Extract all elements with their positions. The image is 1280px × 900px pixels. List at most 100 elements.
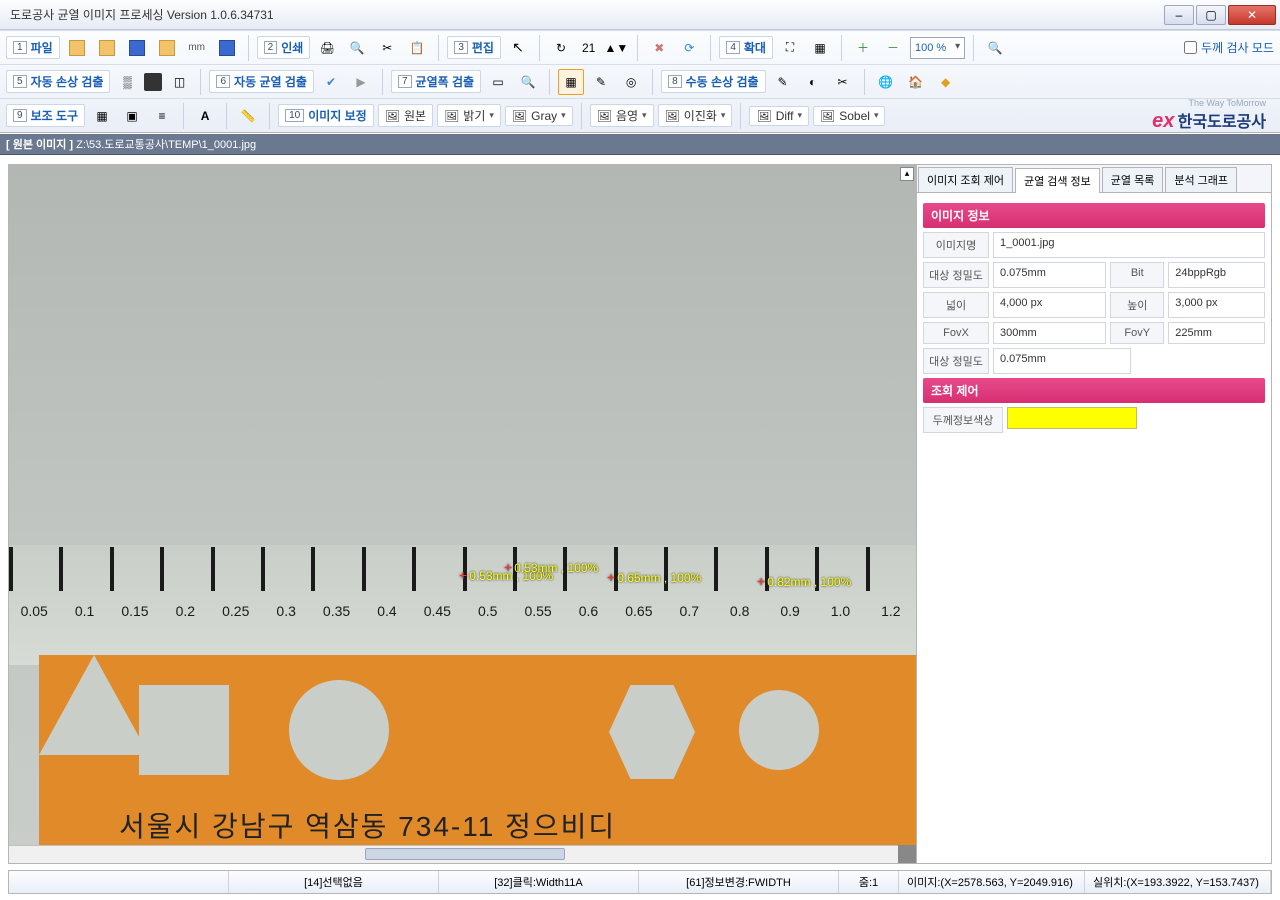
rotate-icon[interactable]: ↻	[548, 35, 574, 61]
orange-card: 서울시 강남구 역삼동 734-11 정으비디	[39, 655, 916, 845]
side-tabs: 이미지 조회 제어균열 검색 정보균열 목록분석 그래프	[917, 165, 1271, 193]
rotate-spin-icon[interactable]: ▲▼	[603, 35, 629, 61]
zoom-menu[interactable]: 4확대	[719, 36, 773, 59]
side-tab[interactable]: 균열 목록	[1102, 167, 1164, 192]
diff-button[interactable]: 🖼 Diff	[749, 106, 809, 126]
side-tab[interactable]: 분석 그래프	[1165, 167, 1237, 192]
text-icon[interactable]: A	[192, 103, 218, 129]
maximize-button[interactable]: ▢	[1196, 5, 1226, 25]
ruler-label: 0.05	[9, 603, 59, 619]
main-split: ▴ 0.050.10.150.20.250.30.350.40.450.50.5…	[8, 164, 1272, 864]
magnify-icon[interactable]: 🔍	[982, 35, 1008, 61]
print-icon[interactable]: 🖨	[314, 35, 340, 61]
zoom-combo[interactable]: 100 %	[910, 37, 965, 59]
help-icon[interactable]: ◆	[933, 69, 959, 95]
ruler-label: 1.2	[866, 603, 916, 619]
auto-damage-menu[interactable]: 5자동 손상 검출	[6, 70, 110, 93]
side-tab[interactable]: 이미지 조회 제어	[918, 167, 1013, 192]
auto-crack-menu[interactable]: 6자동 균열 검출	[209, 70, 313, 93]
grid-icon[interactable]: ▦	[807, 35, 833, 61]
home-icon[interactable]: 🏠	[903, 69, 929, 95]
ruler-icon[interactable]: 📏	[235, 103, 261, 129]
play-icon[interactable]: ▶	[348, 69, 374, 95]
manual-icon-2[interactable]: ◐	[800, 69, 826, 95]
status-info: [61]정보변경:FWIDTH	[639, 871, 839, 893]
precision2-value: 0.075mm	[993, 348, 1131, 374]
tool-icon-3[interactable]: ▦	[558, 69, 584, 95]
export-icon[interactable]	[154, 35, 180, 61]
damage-icon-2[interactable]	[144, 73, 162, 91]
tool-icon-2[interactable]: 🔍	[515, 69, 541, 95]
zoom-out-icon[interactable]: －	[880, 35, 906, 61]
tool-icon-1[interactable]: ▭	[485, 69, 511, 95]
minimize-button[interactable]: –	[1164, 5, 1194, 25]
list-icon[interactable]: 📋	[404, 35, 430, 61]
status-real-coords: 실위치:(X=193.3922, Y=153.7437)	[1085, 871, 1271, 893]
gray-button[interactable]: 🖼 Gray	[505, 106, 573, 126]
preview-icon[interactable]: 🔍	[344, 35, 370, 61]
brightness-button[interactable]: 🖼 밝기	[437, 104, 501, 127]
thickness-mode-checkbox[interactable]: 두께 검사 모드	[1184, 39, 1274, 56]
collapse-panel-icon[interactable]: ▴	[900, 167, 914, 181]
delete-icon[interactable]: ✖	[646, 35, 672, 61]
binarize-button[interactable]: 🖼 이진화	[658, 104, 733, 127]
ruler-label: 0.35	[311, 603, 361, 619]
settings-icon[interactable]: ✂	[374, 35, 400, 61]
globe-icon[interactable]: 🌐	[873, 69, 899, 95]
original-button[interactable]: 🖼 원본	[378, 104, 433, 127]
mm-icon[interactable]: mm	[184, 35, 210, 61]
fit-icon[interactable]: ⛶	[777, 35, 803, 61]
side-panel: 이미지 조회 제어균열 검색 정보균열 목록분석 그래프 이미지 정보 이미지명…	[917, 164, 1272, 864]
open-icon[interactable]	[94, 35, 120, 61]
height-value: 3,000 px	[1168, 292, 1265, 318]
aux-icon-3[interactable]: ≡	[149, 103, 175, 129]
image-correction-menu[interactable]: 10이미지 보정	[278, 104, 374, 127]
check-icon[interactable]: ✔	[318, 69, 344, 95]
manual-damage-menu[interactable]: 8수동 손상 검출	[661, 70, 765, 93]
scrollbar-thumb[interactable]	[365, 848, 565, 860]
ruler-label: 1.0	[815, 603, 865, 619]
damage-icon-1[interactable]: ▒	[114, 69, 140, 95]
fovx-value: 300mm	[993, 322, 1106, 344]
damage-icon-3[interactable]: ◫	[166, 69, 192, 95]
precision-value: 0.075mm	[993, 262, 1106, 288]
sobel-button[interactable]: 🖼 Sobel	[813, 106, 885, 126]
horizontal-scrollbar[interactable]	[9, 845, 898, 863]
measurement-annotation[interactable]: +0.82mm , 100%	[757, 573, 851, 589]
manual-icon-3[interactable]: ✂	[830, 69, 856, 95]
logo-slogan: The Way ToMorrow	[1152, 98, 1266, 108]
save-icon[interactable]	[124, 35, 150, 61]
window-title: 도로공사 균열 이미지 프로세싱 Version 1.0.6.34731	[4, 6, 1164, 23]
crosshair-icon: +	[757, 573, 765, 589]
measurement-annotation[interactable]: +0.53mm , 100%	[504, 559, 598, 575]
shading-button[interactable]: 🖼 음영	[590, 104, 654, 127]
print-menu[interactable]: 2인쇄	[257, 36, 311, 59]
tool-icon-4[interactable]: ✎	[588, 69, 614, 95]
ruler-label: 0.65	[614, 603, 664, 619]
aux-icon-2[interactable]: ▣	[119, 103, 145, 129]
new-icon[interactable]	[64, 35, 90, 61]
image-name-value: 1_0001.jpg	[993, 232, 1265, 258]
status-bar: [14]선택없음 [32]클릭:Width11A [61]정보변경:FWIDTH…	[8, 870, 1272, 894]
thickness-color-swatch[interactable]	[1007, 407, 1137, 429]
file-menu[interactable]: 1파일	[6, 36, 60, 59]
panel-body: 이미지 정보 이미지명1_0001.jpg 대상 정밀도0.075mm Bit2…	[917, 193, 1271, 443]
measurement-annotation[interactable]: +0.65mm , 100%	[607, 569, 701, 585]
image-viewer[interactable]: ▴ 0.050.10.150.20.250.30.350.40.450.50.5…	[8, 164, 917, 864]
manual-icon-1[interactable]: ✎	[770, 69, 796, 95]
crack-width-menu[interactable]: 7균열폭 검출	[391, 70, 481, 93]
disk-icon[interactable]	[214, 35, 240, 61]
card-text: 서울시 강남구 역삼동 734-11 정으비디	[119, 805, 616, 845]
zoom-in-icon[interactable]: ＋	[850, 35, 876, 61]
side-tab[interactable]: 균열 검색 정보	[1015, 168, 1100, 193]
tool-icon-5[interactable]: ◎	[618, 69, 644, 95]
aux-tools-menu[interactable]: 9보조 도구	[6, 104, 85, 127]
aux-icon-1[interactable]: ▦	[89, 103, 115, 129]
ruler-label: 0.25	[211, 603, 261, 619]
close-button[interactable]: ✕	[1228, 5, 1276, 25]
refresh-icon[interactable]: ⟳	[676, 35, 702, 61]
image-path-bar: [ 원본 이미지 ] Z:\53.도로교통공사\TEMP\1_0001.jpg	[0, 133, 1280, 155]
edit-menu[interactable]: 3편집	[447, 36, 501, 59]
pointer-icon[interactable]: ↖	[505, 35, 531, 61]
precision2-label: 대상 정밀도	[923, 348, 989, 374]
